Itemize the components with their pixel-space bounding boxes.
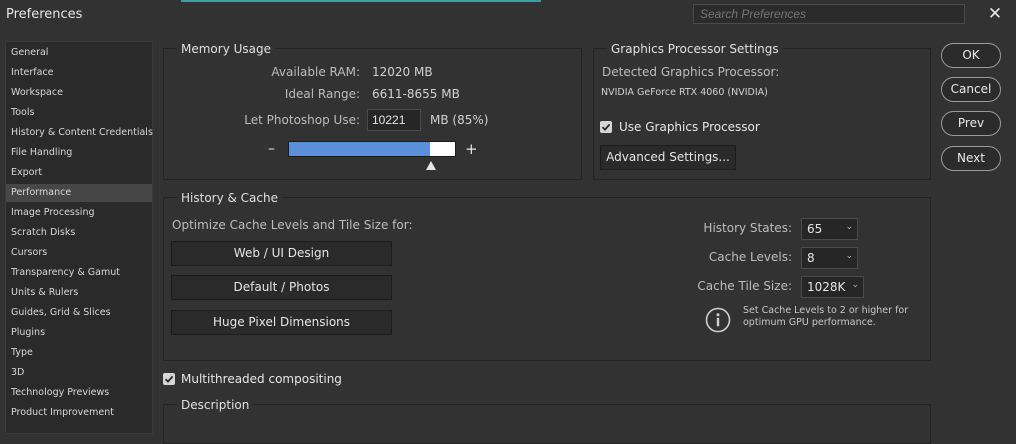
available-ram-label: Available RAM: — [271, 65, 360, 79]
gpu-title: Graphics Processor Settings — [607, 42, 783, 56]
sidebar-item-performance[interactable]: Performance — [6, 184, 152, 202]
memory-decrease-icon[interactable]: – — [268, 141, 275, 157]
sidebar-item-history-content-credentials[interactable]: History & Content Credentials — [6, 124, 153, 142]
cache-levels-value: 8 — [807, 251, 815, 265]
sidebar-item-interface[interactable]: Interface — [6, 64, 152, 82]
cache-levels-label: Cache Levels: — [708, 250, 792, 264]
info-text-line-1: Set Cache Levels to 2 or higher for — [743, 305, 909, 316]
history-states-select[interactable]: 65 ⌄ — [801, 218, 858, 240]
cancel-button[interactable]: Cancel — [941, 77, 1001, 102]
checkmark-icon — [601, 123, 611, 131]
sidebar-item-tools[interactable]: Tools — [6, 104, 152, 122]
chevron-down-icon: ⌄ — [845, 222, 853, 232]
sidebar-item-general[interactable]: General — [6, 44, 152, 62]
ok-button[interactable]: OK — [941, 43, 1001, 68]
history-states-label: History States: — [703, 221, 792, 235]
memory-slider-thumb[interactable] — [425, 161, 436, 170]
huge-pixel-dimensions-button[interactable]: Huge Pixel Dimensions — [171, 310, 392, 335]
sidebar-item-image-processing[interactable]: Image Processing — [6, 204, 152, 222]
info-icon — [705, 307, 731, 333]
sidebar: General Interface Workspace Tools History & … — [5, 41, 153, 434]
multithreaded-checkbox[interactable] — [163, 373, 175, 385]
photoshop-use-input[interactable] — [367, 109, 421, 131]
history-cache-title: History & Cache — [177, 191, 282, 205]
description-group — [163, 404, 931, 444]
multithreaded-label[interactable]: Multithreaded compositing — [181, 372, 342, 386]
chevron-down-icon: ⌄ — [851, 280, 859, 290]
photoshop-use-unit: MB (85%) — [430, 113, 489, 127]
detected-gpu-label: Detected Graphics Processor: — [602, 65, 780, 79]
sidebar-item-file-handling[interactable]: File Handling — [6, 144, 152, 162]
sidebar-item-transparency-gamut[interactable]: Transparency & Gamut — [6, 264, 152, 282]
cache-tile-size-select[interactable]: 1028K ⌄ — [801, 276, 864, 298]
close-icon[interactable]: ✕ — [986, 5, 1004, 23]
cache-levels-select[interactable]: 8 ⌄ — [801, 247, 858, 269]
use-gpu-checkbox[interactable] — [600, 121, 612, 133]
prev-button[interactable]: Prev — [941, 111, 1001, 136]
sidebar-item-workspace[interactable]: Workspace — [6, 84, 152, 102]
advanced-settings-button[interactable]: Advanced Settings... — [600, 145, 736, 170]
web-ui-design-button[interactable]: Web / UI Design — [171, 241, 392, 266]
optimize-label: Optimize Cache Levels and Tile Size for: — [172, 218, 413, 232]
cache-tile-size-value: 1028K — [807, 280, 846, 294]
memory-slider[interactable] — [288, 141, 456, 157]
window-title: Preferences — [6, 7, 83, 22]
title-accent-line — [181, 0, 541, 2]
sidebar-item-product-improvement[interactable]: Product Improvement — [6, 404, 152, 422]
description-title: Description — [177, 398, 254, 412]
sidebar-item-type[interactable]: Type — [6, 344, 152, 362]
default-photos-button[interactable]: Default / Photos — [171, 275, 392, 300]
next-button[interactable]: Next — [941, 146, 1001, 171]
memory-slider-fill — [289, 142, 431, 156]
sidebar-item-technology-previews[interactable]: Technology Previews — [6, 384, 152, 402]
checkmark-icon — [164, 375, 174, 383]
photoshop-use-label: Let Photoshop Use: — [244, 113, 360, 127]
sidebar-item-units-rulers[interactable]: Units & Rulers — [6, 284, 152, 302]
chevron-down-icon: ⌄ — [845, 251, 853, 261]
memory-increase-icon[interactable]: + — [465, 140, 478, 158]
ideal-range-label: Ideal Range: — [284, 87, 360, 101]
info-text-line-2: optimum GPU performance. — [743, 317, 876, 328]
sidebar-item-export[interactable]: Export — [6, 164, 152, 182]
search-input[interactable] — [693, 4, 965, 24]
sidebar-item-plugins[interactable]: Plugins — [6, 324, 152, 342]
detected-gpu-value: NVIDIA GeForce RTX 4060 (NVIDIA) — [601, 87, 768, 98]
use-gpu-label[interactable]: Use Graphics Processor — [619, 120, 760, 134]
sidebar-item-guides-grid-slices[interactable]: Guides, Grid & Slices — [6, 304, 152, 322]
history-states-value: 65 — [807, 222, 823, 236]
ideal-range-value: 6611-8655 MB — [372, 87, 460, 101]
memory-usage-title: Memory Usage — [177, 42, 276, 56]
sidebar-item-3d[interactable]: 3D — [6, 364, 152, 382]
cache-tile-size-label: Cache Tile Size: — [697, 279, 792, 293]
sidebar-item-scratch-disks[interactable]: Scratch Disks — [6, 224, 152, 242]
sidebar-item-cursors[interactable]: Cursors — [6, 244, 152, 262]
available-ram-value: 12020 MB — [372, 65, 433, 79]
